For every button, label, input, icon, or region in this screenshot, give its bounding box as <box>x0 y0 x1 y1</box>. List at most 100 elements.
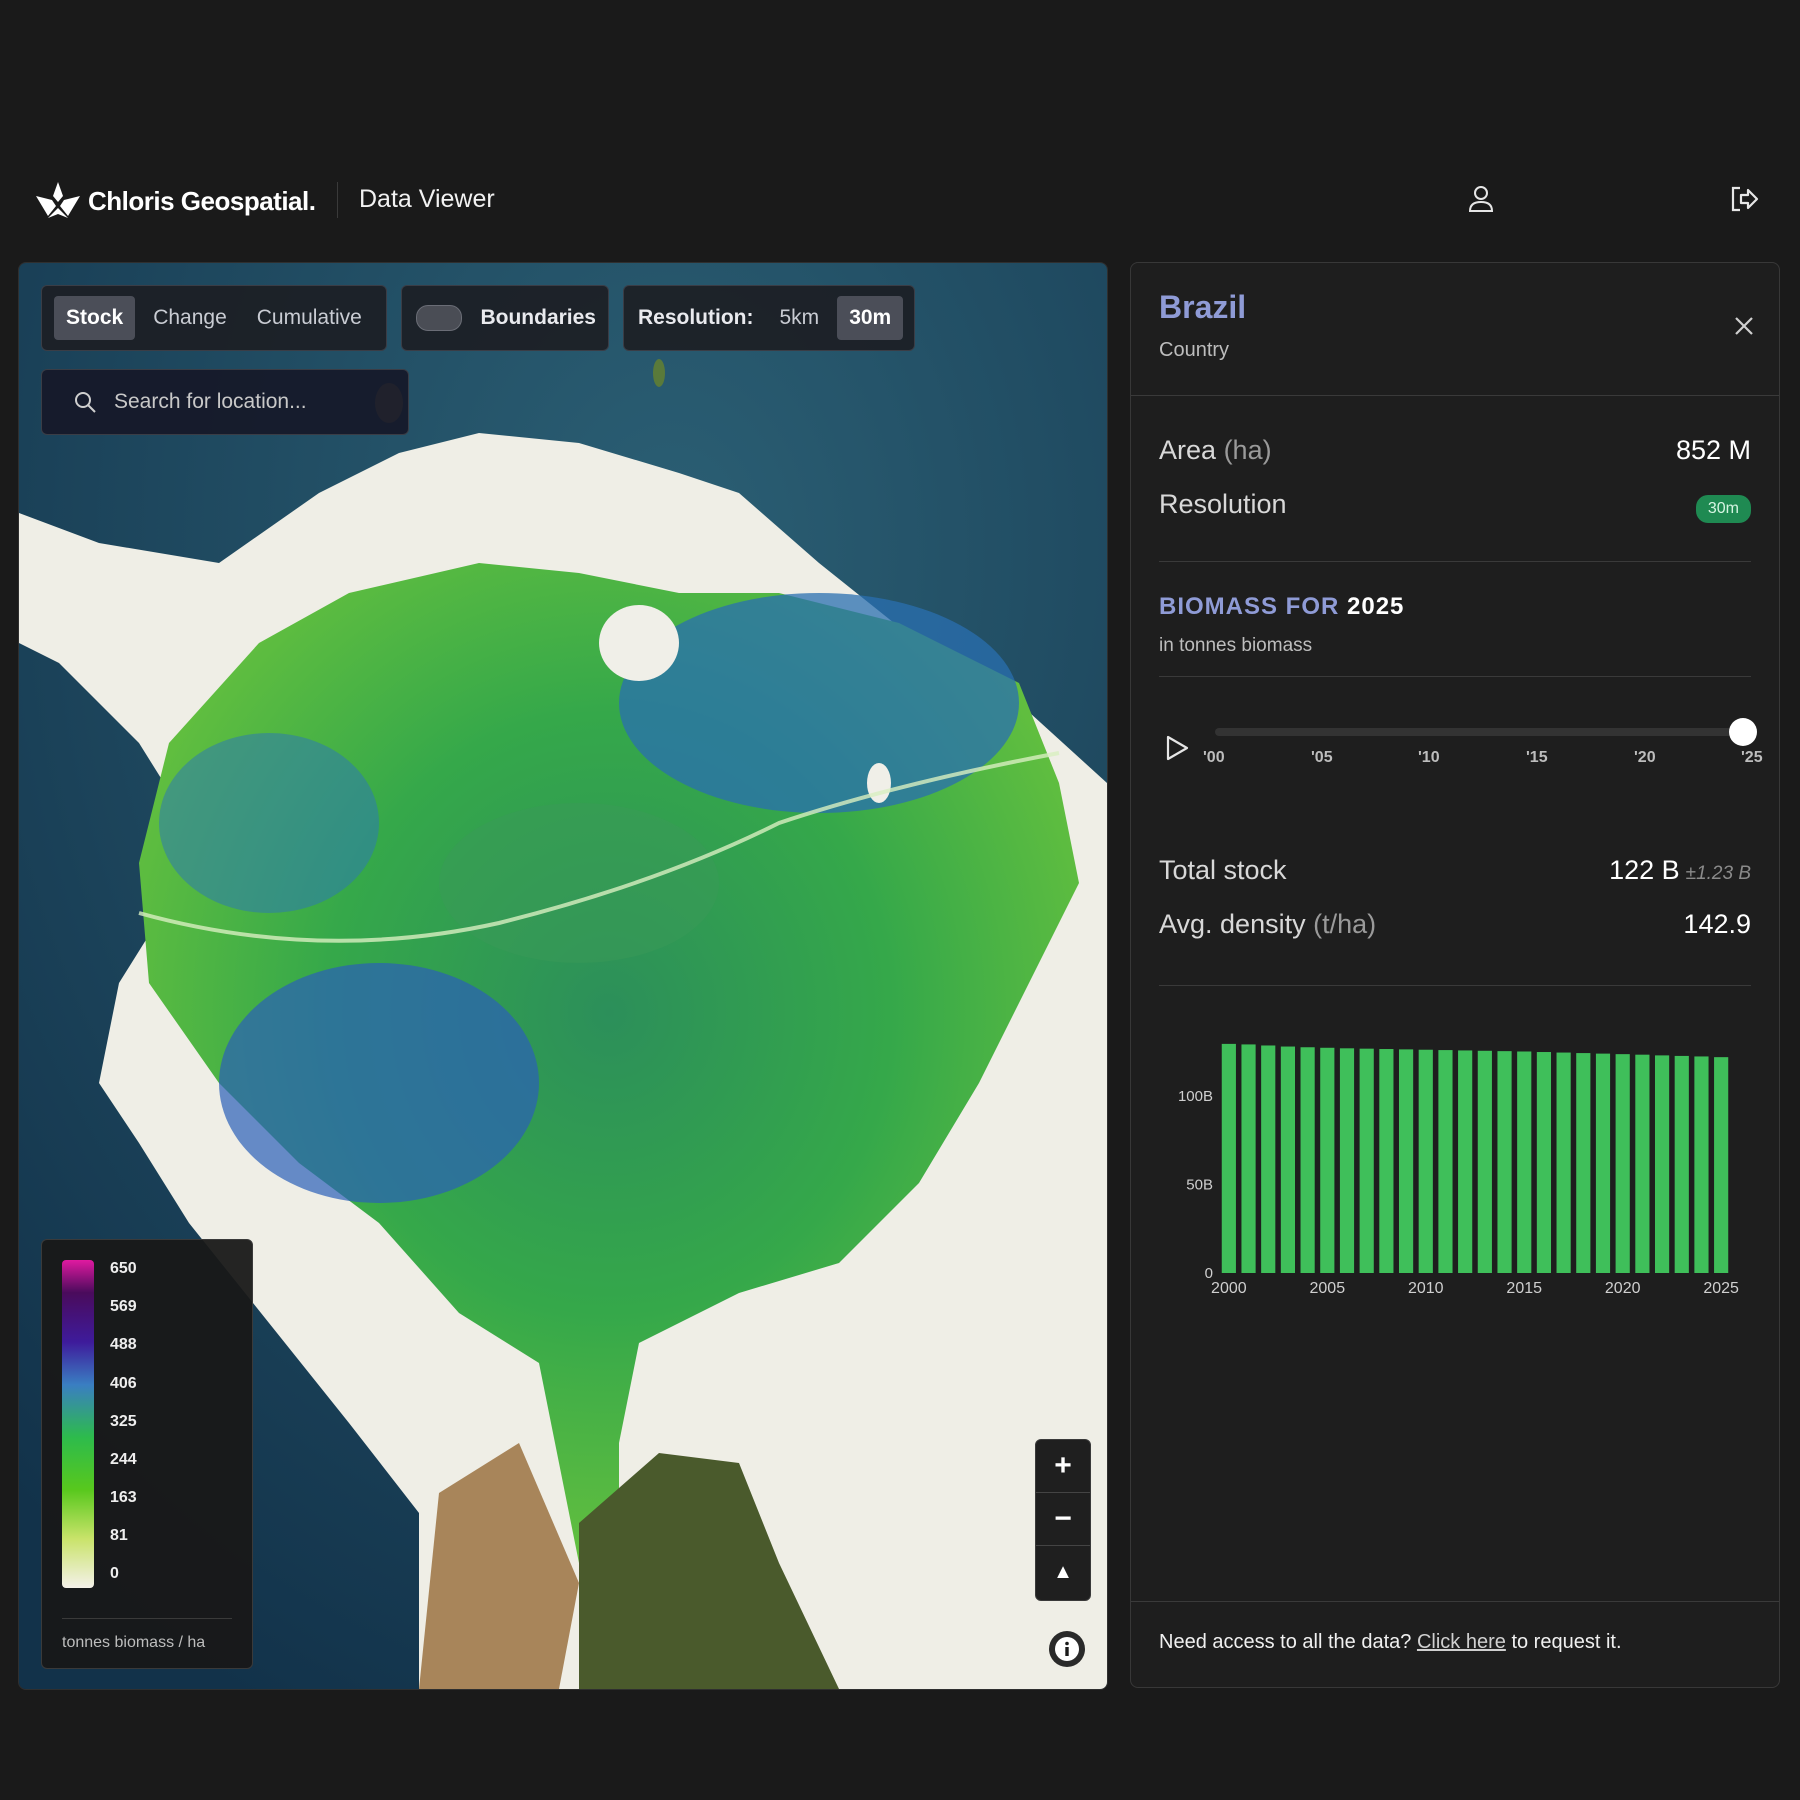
map-legend: 650 569 488 406 325 244 163 81 0 tonnes … <box>41 1239 253 1669</box>
play-icon[interactable] <box>1163 733 1191 763</box>
chart-x-tick: 2010 <box>1408 1280 1444 1297</box>
timeline-label: '10 <box>1418 749 1440 766</box>
chart-bar[interactable] <box>1674 1055 1689 1273</box>
avg-density-label-text: Avg. density <box>1159 909 1306 939</box>
chloris-logo-icon <box>36 182 80 218</box>
request-access-link[interactable]: Click here <box>1417 1631 1506 1653</box>
footer-text: Need access to all the data? <box>1159 1631 1412 1653</box>
chart-bar[interactable] <box>1418 1049 1433 1273</box>
chart-bar[interactable] <box>1458 1050 1473 1273</box>
chart-bar[interactable] <box>1714 1057 1729 1273</box>
legend-unit-label: tonnes biomass / ha <box>62 1634 206 1651</box>
legend-tick: 488 <box>110 1336 137 1353</box>
resolution-30m-button[interactable]: 30m <box>837 296 904 340</box>
chart-bar[interactable] <box>1359 1048 1374 1273</box>
avg-density-value: 142.9 <box>1683 909 1751 939</box>
zoom-in-button[interactable]: + <box>1036 1440 1090 1493</box>
panel-divider <box>1159 676 1751 677</box>
logout-icon[interactable] <box>1728 184 1760 214</box>
chart-bar[interactable] <box>1654 1055 1670 1273</box>
region-title: Brazil <box>1159 289 1247 325</box>
info-button[interactable] <box>1049 1631 1085 1667</box>
chart-bar[interactable] <box>1280 1046 1296 1273</box>
zoom-controls: + − ▲ <box>1035 1439 1091 1601</box>
chart-x-tick: 2025 <box>1703 1280 1739 1297</box>
chart-bar[interactable] <box>1536 1052 1552 1273</box>
chart-bar[interactable] <box>1497 1051 1512 1273</box>
chart-bar[interactable] <box>1438 1050 1453 1273</box>
boundaries-control: Boundaries <box>401 285 609 351</box>
legend-tick: 0 <box>110 1565 119 1582</box>
chart-bar[interactable] <box>1241 1044 1256 1273</box>
chart-bar[interactable] <box>1261 1045 1276 1273</box>
search-input[interactable] <box>112 389 406 415</box>
chart-bar[interactable] <box>1398 1049 1414 1273</box>
area-unit: (ha) <box>1223 435 1272 465</box>
data-access-footer: Need access to all the data? Click here … <box>1159 1631 1622 1654</box>
timeline-label: '00 <box>1203 749 1225 766</box>
chart-bar[interactable] <box>1379 1049 1394 1273</box>
resolution-label: Resolution: <box>638 306 754 329</box>
timeline-label: '20 <box>1634 749 1656 766</box>
chart-bar[interactable] <box>1635 1054 1650 1273</box>
chart-x-tick: 2020 <box>1605 1280 1641 1297</box>
resolution-row-label: Resolution <box>1159 489 1287 519</box>
year-slider-track[interactable] <box>1215 728 1753 736</box>
chart-y-tick: 100B <box>1178 1088 1213 1105</box>
panel-divider <box>1159 985 1751 986</box>
mode-selector: Stock Change Cumulative <box>41 285 387 351</box>
biomass-heading: BIOMASS FOR 2025 <box>1159 593 1404 621</box>
region-type: Country <box>1159 339 1230 361</box>
total-stock-error: ±1.23 B <box>1685 863 1751 884</box>
resolution-selector: Resolution: 5km 30m <box>623 285 915 351</box>
boundaries-toggle[interactable] <box>416 305 463 331</box>
map-view[interactable]: Stock Change Cumulative Boundaries Resol… <box>18 262 1108 1690</box>
chart-bar[interactable] <box>1595 1053 1611 1273</box>
brand-name: Chloris Geospatial. <box>88 185 316 216</box>
chart-bar[interactable] <box>1517 1051 1532 1273</box>
chart-bar[interactable] <box>1615 1054 1630 1273</box>
timeline-label: '05 <box>1311 749 1333 766</box>
legend-tick: 569 <box>110 1298 137 1315</box>
chart-x-tick: 2000 <box>1211 1280 1247 1297</box>
chart-x-tick: 2015 <box>1506 1280 1542 1297</box>
biomass-timeseries-chart: 050B100B2000 2005 2010 2015 2020 2025 <box>1178 1043 1739 1297</box>
zoom-out-button[interactable]: − <box>1036 1493 1090 1546</box>
panel-divider <box>1131 395 1779 396</box>
resolution-5km-button[interactable]: 5km <box>768 296 832 340</box>
year-slider-handle[interactable] <box>1729 718 1757 746</box>
chart-bar[interactable] <box>1694 1056 1709 1273</box>
mode-cumulative-button[interactable]: Cumulative <box>245 296 374 340</box>
app-header: Chloris Geospatial. Data Viewer <box>0 170 1800 230</box>
chart-bar[interactable] <box>1320 1047 1335 1273</box>
chart-bar[interactable] <box>1221 1043 1236 1273</box>
header-divider <box>337 182 338 218</box>
mode-stock-button[interactable]: Stock <box>54 296 136 340</box>
chart-bar[interactable] <box>1556 1052 1571 1273</box>
brand-logo[interactable]: Chloris Geospatial. <box>34 180 316 222</box>
legend-tick: 244 <box>110 1451 137 1468</box>
legend-tick: 650 <box>110 1260 137 1277</box>
resolution-badge: 30m <box>1695 495 1751 523</box>
close-icon[interactable] <box>1731 313 1757 339</box>
boundaries-label: Boundaries <box>480 306 596 329</box>
chart-bar[interactable] <box>1576 1053 1591 1273</box>
search-icon <box>75 392 96 413</box>
panel-divider <box>1131 1601 1779 1602</box>
info-icon <box>1055 1637 1079 1661</box>
area-label: Area (ha) <box>1159 435 1272 466</box>
user-icon[interactable] <box>1466 184 1496 214</box>
compass-button[interactable]: ▲ <box>1036 1546 1090 1598</box>
timeline-label: '25 <box>1741 749 1763 766</box>
biomass-year: 2025 <box>1347 593 1405 620</box>
total-stock-value: 122 B ±1.23 B <box>1609 855 1751 886</box>
legend-tick: 325 <box>110 1413 137 1430</box>
chart-x-tick: 2005 <box>1310 1280 1346 1297</box>
chart-bar[interactable] <box>1339 1048 1355 1273</box>
chart-bar[interactable] <box>1477 1050 1492 1273</box>
chart-bar[interactable] <box>1300 1047 1315 1273</box>
region-details-panel: Brazil Country Area (ha) 852 M Resolutio… <box>1130 262 1780 1688</box>
area-label-text: Area <box>1159 435 1217 465</box>
app-title: Data Viewer <box>359 185 495 213</box>
mode-change-button[interactable]: Change <box>141 296 239 340</box>
